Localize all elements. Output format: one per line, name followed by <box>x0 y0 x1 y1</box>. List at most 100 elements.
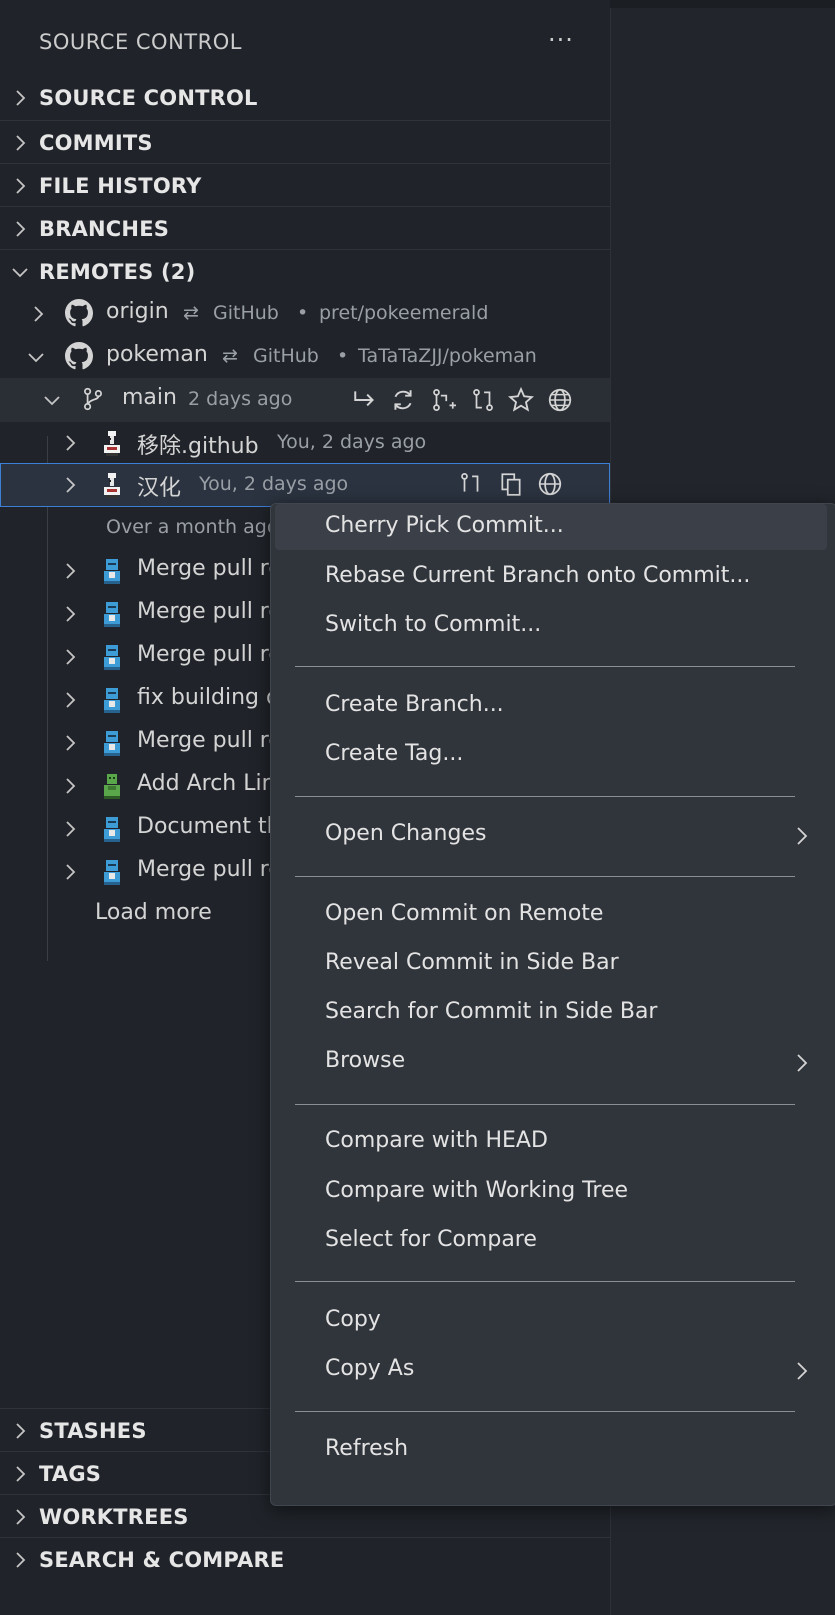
github-icon <box>65 299 93 327</box>
menu-item-browse[interactable]: Browse <box>275 1039 827 1085</box>
git-branch-icon <box>84 387 102 411</box>
remote-origin[interactable]: origin ⇄ GitHub • pret/pokeemerald <box>0 292 610 336</box>
chevron-right-icon <box>16 1552 26 1568</box>
menu-separator <box>295 876 795 877</box>
compare-icon[interactable] <box>470 387 496 413</box>
author-avatar <box>104 860 120 885</box>
section-branches[interactable]: BRANCHES <box>0 206 610 251</box>
chevron-down-icon <box>44 396 60 406</box>
globe-icon[interactable] <box>537 471 563 497</box>
remote-provider: GitHub <box>253 345 319 367</box>
menu-item-create-tag[interactable]: Create Tag... <box>275 732 827 778</box>
section-label: STASHES <box>39 1419 147 1443</box>
section-label: BRANCHES <box>39 217 170 241</box>
commit-row[interactable]: 移除.github You, 2 days ago <box>0 421 610 465</box>
commit-group-label: Over a month ago <box>106 516 279 538</box>
menu-item-label: Cherry Pick Commit... <box>325 513 564 538</box>
menu-item-select-for-compare[interactable]: Select for Compare <box>275 1218 827 1264</box>
compare-icon[interactable] <box>458 471 484 497</box>
menu-item-label: Open Commit on Remote <box>325 901 604 926</box>
copy-icon[interactable] <box>498 471 524 497</box>
menu-separator <box>295 1281 795 1282</box>
section-label: REMOTES (2) <box>39 260 196 284</box>
menu-item-open-commit-on-remote[interactable]: Open Commit on Remote <box>275 892 827 938</box>
section-label: FILE HISTORY <box>39 174 202 198</box>
chevron-right-icon <box>16 221 26 237</box>
refresh-icon[interactable] <box>390 387 416 413</box>
remote-name: origin <box>106 299 169 324</box>
section-label: SEARCH & COMPARE <box>39 1548 285 1572</box>
section-source-control[interactable]: SOURCE CONTROL <box>0 76 610 120</box>
chevron-down-icon <box>12 268 28 278</box>
chevron-right-icon <box>66 649 76 665</box>
chevron-right-icon <box>66 606 76 622</box>
author-avatar <box>104 688 120 713</box>
chevron-right-icon <box>16 1509 26 1525</box>
remote-provider: GitHub <box>213 302 279 324</box>
section-commits[interactable]: COMMITS <box>0 120 610 165</box>
chevron-right-icon <box>66 821 76 837</box>
sync-arrows-icon: ⇄ <box>222 345 238 367</box>
menu-item-reveal-commit[interactable]: Reveal Commit in Side Bar <box>275 941 827 987</box>
author-avatar <box>104 645 120 670</box>
remote-repo: pret/pokeemerald <box>319 302 489 324</box>
chevron-right-icon <box>16 1466 26 1482</box>
chevron-right-icon <box>66 692 76 708</box>
author-avatar <box>104 731 120 756</box>
load-more-link[interactable]: Load more <box>95 900 212 925</box>
menu-item-label: Refresh <box>325 1436 409 1461</box>
chevron-right-icon <box>16 90 26 106</box>
context-menu: Cherry Pick Commit... Rebase Current Bra… <box>270 503 835 1506</box>
section-file-history[interactable]: FILE HISTORY <box>0 163 610 208</box>
switch-to-branch-icon[interactable] <box>352 387 378 413</box>
more-actions-icon[interactable]: ··· <box>548 26 574 54</box>
chevron-right-icon <box>66 864 76 880</box>
commit-row-selected[interactable]: 汉化 You, 2 days ago <box>0 463 610 507</box>
menu-item-label: Copy As <box>325 1356 415 1381</box>
section-label: COMMITS <box>39 131 153 155</box>
menu-separator <box>295 1411 795 1412</box>
remote-repo: TaTaTaZJJ/pokeman <box>358 345 537 367</box>
menu-item-switch-to-commit[interactable]: Switch to Commit... <box>275 603 827 649</box>
commit-message: 汉化 <box>137 476 182 501</box>
menu-item-compare-with-working-tree[interactable]: Compare with Working Tree <box>275 1169 827 1215</box>
menu-item-label: Browse <box>325 1048 406 1073</box>
menu-item-refresh[interactable]: Refresh <box>275 1427 827 1473</box>
chevron-right-icon <box>66 435 76 451</box>
commit-message: 移除.github <box>137 434 259 459</box>
menu-item-label: Select for Compare <box>325 1227 537 1252</box>
separator-dot: • <box>337 345 349 367</box>
menu-item-open-changes[interactable]: Open Changes <box>275 812 827 858</box>
star-icon[interactable] <box>508 387 534 413</box>
chevron-down-icon <box>28 353 44 363</box>
menu-item-cherry-pick[interactable]: Cherry Pick Commit... <box>275 504 827 550</box>
create-pull-request-icon[interactable] <box>430 387 456 413</box>
globe-icon[interactable] <box>547 387 573 413</box>
submenu-chevron-icon <box>797 827 808 845</box>
github-icon <box>65 342 93 370</box>
remote-pokeman[interactable]: pokeman ⇄ GitHub • TaTaTaZJJ/pokeman <box>0 335 610 379</box>
menu-item-label: Search for Commit in Side Bar <box>325 999 658 1024</box>
section-remotes[interactable]: REMOTES (2) <box>0 249 610 294</box>
menu-item-label: Create Tag... <box>325 741 464 766</box>
menu-item-rebase[interactable]: Rebase Current Branch onto Commit... <box>275 554 827 600</box>
section-label: SOURCE CONTROL <box>39 86 258 110</box>
menu-item-compare-with-head[interactable]: Compare with HEAD <box>275 1119 827 1165</box>
menu-item-label: Reveal Commit in Side Bar <box>325 950 619 975</box>
menu-item-search-for-commit[interactable]: Search for Commit in Side Bar <box>275 990 827 1036</box>
author-avatar <box>104 817 120 842</box>
branch-main[interactable]: main 2 days ago <box>0 378 610 422</box>
author-avatar <box>104 559 120 584</box>
section-label: TAGS <box>39 1462 102 1486</box>
menu-item-copy-as[interactable]: Copy As <box>275 1347 827 1393</box>
submenu-chevron-icon <box>797 1054 808 1072</box>
menu-item-label: Create Branch... <box>325 692 504 717</box>
menu-item-label: Open Changes <box>325 821 487 846</box>
menu-item-create-branch[interactable]: Create Branch... <box>275 683 827 729</box>
chevron-right-icon <box>16 1423 26 1439</box>
chevron-right-icon <box>66 735 76 751</box>
section-search-compare[interactable]: SEARCH & COMPARE <box>0 1537 610 1582</box>
sync-arrows-icon: ⇄ <box>183 302 199 324</box>
menu-item-copy[interactable]: Copy <box>275 1298 827 1344</box>
section-label: WORKTREES <box>39 1505 189 1529</box>
